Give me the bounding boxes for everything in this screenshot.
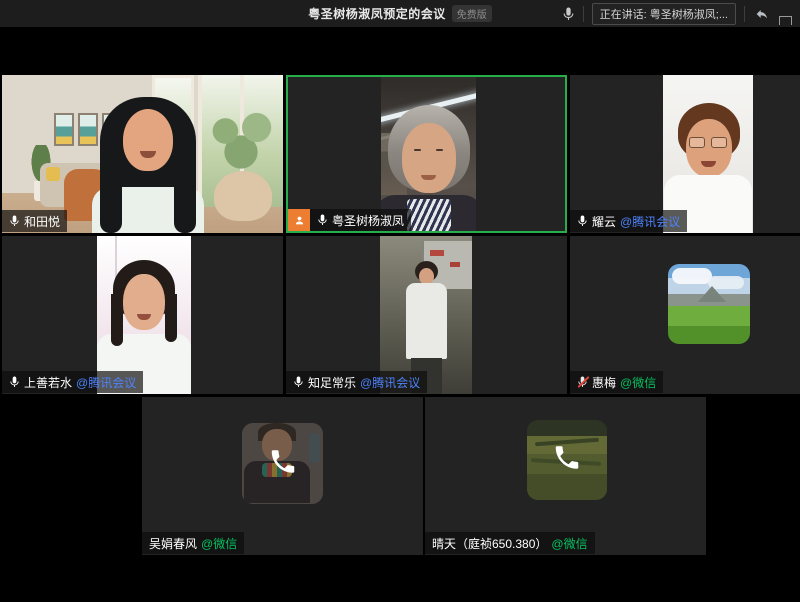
- name-label: 耀云@腾讯会议: [570, 210, 687, 232]
- participant-name: 知足常乐: [308, 374, 356, 391]
- participant-name: 惠梅: [592, 374, 616, 391]
- participant-avatar: [527, 420, 607, 500]
- participant-name: 吴娟春风: [149, 535, 197, 552]
- separator: [583, 6, 584, 22]
- platform-suffix: @腾讯会议: [360, 374, 420, 391]
- participant-name: 晴天（庭祯650.380）: [432, 535, 547, 552]
- mic-on-icon: [9, 214, 20, 228]
- video-tile[interactable]: 吴娟春风@微信: [142, 397, 423, 555]
- phone-call-icon: [552, 443, 582, 478]
- participant-name: 耀云: [592, 213, 616, 230]
- name-label: 知足常乐@腾讯会议: [286, 371, 427, 393]
- name-label: 晴天（庭祯650.380）@微信: [425, 532, 595, 554]
- video-tile-active-speaker[interactable]: 粤圣树杨淑凤: [286, 75, 567, 233]
- name-label: 和田悦: [2, 210, 67, 232]
- video-tile[interactable]: 知足常乐@腾讯会议: [286, 236, 567, 394]
- mic-on-icon: [293, 375, 304, 389]
- mic-muted-icon: [577, 375, 588, 389]
- participant-avatar: [242, 423, 323, 504]
- platform-suffix: @腾讯会议: [76, 374, 136, 391]
- name-label: 粤圣树杨淑凤: [310, 209, 411, 231]
- platform-suffix: @微信: [620, 374, 656, 391]
- floating-window-corner: [779, 16, 792, 25]
- mic-on-icon: [317, 213, 328, 227]
- separator: [744, 6, 745, 22]
- phone-call-icon: [268, 446, 298, 481]
- mic-on-icon: [577, 214, 588, 228]
- video-tile[interactable]: 惠梅@微信: [570, 236, 800, 394]
- title-bar: 粤圣树杨淑凤预定的会议 免费版 正在讲话: 粤圣树杨淑凤;...: [0, 0, 800, 27]
- meeting-window: 粤圣树杨淑凤预定的会议 免费版 正在讲话: 粤圣树杨淑凤;...: [0, 0, 800, 602]
- participant-name: 上善若水: [24, 374, 72, 391]
- speaking-indicator: 正在讲话: 粤圣树杨淑凤;...: [592, 3, 736, 25]
- meeting-title: 粤圣树杨淑凤预定的会议: [308, 5, 446, 22]
- mic-on-icon: [9, 375, 20, 389]
- name-label: 吴娟春风@微信: [142, 532, 244, 554]
- plan-badge: 免费版: [452, 5, 492, 22]
- platform-suffix: @微信: [551, 535, 587, 552]
- video-tile[interactable]: 晴天（庭祯650.380）@微信: [425, 397, 706, 555]
- microphone-icon[interactable]: [562, 6, 575, 22]
- host-badge-icon: [288, 209, 310, 231]
- name-label: 上善若水@腾讯会议: [2, 371, 143, 393]
- video-tile[interactable]: 上善若水@腾讯会议: [2, 236, 283, 394]
- participant-name: 和田悦: [24, 213, 60, 230]
- restore-arrow-icon[interactable]: [753, 6, 771, 22]
- platform-suffix: @微信: [201, 535, 237, 552]
- name-label: 惠梅@微信: [570, 371, 663, 393]
- platform-suffix: @腾讯会议: [620, 213, 680, 230]
- participant-name: 粤圣树杨淑凤: [332, 212, 404, 229]
- video-tile[interactable]: 耀云@腾讯会议: [570, 75, 800, 233]
- video-tile[interactable]: 和田悦: [2, 75, 283, 233]
- participant-avatar: [668, 264, 750, 344]
